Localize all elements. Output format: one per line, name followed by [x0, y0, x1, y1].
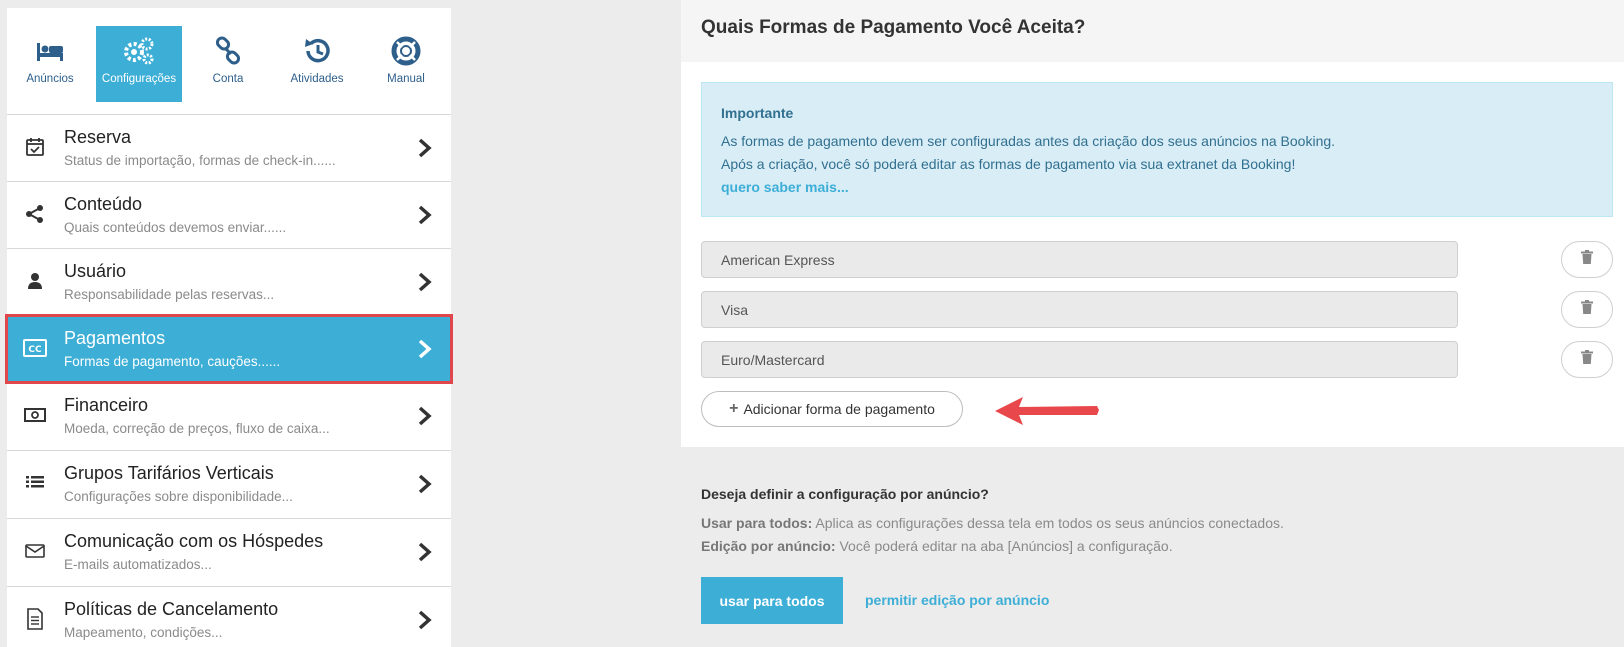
trash-icon	[1581, 350, 1593, 369]
config-desc-all: Usar para todos: Aplica as configurações…	[701, 515, 1284, 531]
payment-method-field[interactable]	[701, 291, 1458, 328]
add-payment-button[interactable]: + Adicionar forma de pagamento	[701, 391, 963, 427]
menu-item-subtitle: Moeda, correção de preços, fluxo de caix…	[64, 421, 330, 436]
top-nav: Anúncios Configurações Conta Atividades …	[7, 26, 451, 102]
chevron-right-icon	[417, 137, 433, 159]
nav-label: Configurações	[101, 73, 177, 85]
menu-item-subtitle: Formas de pagamento, cauções......	[64, 354, 281, 369]
list-icon	[23, 471, 47, 495]
bed-icon	[7, 35, 93, 69]
nav-label: Atividades	[290, 73, 344, 85]
menu-item-title: Políticas de Cancelamento	[64, 599, 279, 619]
menu-item-title: Usuário	[64, 261, 127, 281]
gears-icon	[96, 35, 182, 69]
allow-per-listing-link[interactable]: permitir edição por anúncio	[865, 592, 1049, 608]
payment-method-field[interactable]	[701, 241, 1458, 278]
menu-item-title: Pagamentos	[64, 328, 166, 348]
menu-item-financeiro[interactable]: Financeiro Moeda, correção de preços, fl…	[7, 383, 451, 449]
main-panel	[681, 0, 1624, 447]
arrow-annotation-icon	[995, 397, 1099, 425]
menu-item-conteudo[interactable]: Conteúdo Quais conteúdos devemos enviar.…	[7, 182, 451, 248]
share-icon	[23, 202, 47, 226]
trash-icon	[1581, 300, 1593, 319]
chevron-right-icon	[417, 405, 433, 427]
menu-item-comunicacao[interactable]: Comunicação com os Hóspedes E-mails auto…	[7, 519, 451, 585]
link-icon	[185, 35, 271, 69]
plus-icon: +	[729, 400, 739, 417]
config-per-text: Você poderá editar na aba [Anúncios] a c…	[835, 538, 1173, 554]
nav-label: Manual	[387, 73, 425, 85]
use-for-all-button[interactable]: usar para todos	[701, 577, 843, 624]
page-title: Quais Formas de Pagamento Você Aceita?	[701, 17, 1086, 38]
user-icon	[23, 269, 47, 293]
config-all-text: Aplica as configurações dessa tela em to…	[812, 515, 1284, 531]
menu-item-subtitle: Quais conteúdos devemos enviar......	[64, 220, 287, 235]
nav-manual[interactable]: Manual	[363, 26, 449, 102]
sidebar-top-strip	[7, 0, 451, 8]
menu-item-politicas-cancelamento[interactable]: Políticas de Cancelamento Mapeamento, co…	[7, 587, 451, 647]
alert-text: As formas de pagamento devem ser configu…	[721, 133, 1336, 149]
menu-item-subtitle: Responsabilidade pelas reservas...	[64, 287, 275, 302]
nav-label: Anúncios	[26, 73, 74, 85]
svg-text:CC: CC	[28, 345, 42, 355]
trash-icon	[1581, 250, 1593, 269]
config-per-label: Edição por anúncio:	[701, 538, 836, 554]
config-desc-per: Edição por anúncio: Você poderá editar n…	[701, 538, 1173, 554]
menu-item-subtitle: Status de importação, formas de check-in…	[64, 153, 336, 168]
money-icon	[23, 403, 47, 427]
document-icon	[23, 607, 47, 631]
nav-configuracoes[interactable]: Configurações	[96, 26, 182, 102]
alert-text: Após a criação, você só poderá editar as…	[721, 156, 1296, 172]
config-all-label: Usar para todos:	[701, 515, 813, 531]
delete-payment-button[interactable]	[1561, 341, 1613, 378]
chevron-right-icon	[417, 609, 433, 631]
menu-item-title: Grupos Tarifários Verticais	[64, 463, 274, 483]
envelope-icon	[23, 539, 47, 563]
menu-item-pagamentos[interactable]: CC Pagamentos Formas de pagamento, cauçõ…	[5, 314, 453, 384]
nav-label: Conta	[212, 73, 244, 85]
menu-item-usuario[interactable]: Usuário Responsabilidade pelas reservas.…	[7, 249, 451, 315]
menu-item-title: Comunicação com os Hóspedes	[64, 531, 324, 551]
chevron-right-icon	[417, 204, 433, 226]
credit-card-icon: CC	[23, 336, 47, 360]
add-payment-label: Adicionar forma de pagamento	[743, 401, 935, 417]
nav-conta[interactable]: Conta	[185, 26, 271, 102]
nav-anuncios[interactable]: Anúncios	[7, 26, 93, 102]
history-icon	[274, 35, 360, 69]
chevron-right-icon	[417, 473, 433, 495]
calendar-check-icon	[23, 135, 47, 159]
sidebar: Anúncios Configurações Conta Atividades …	[0, 0, 460, 647]
lifebuoy-icon	[363, 35, 449, 69]
menu-item-subtitle: Mapeamento, condições...	[64, 625, 223, 640]
alert-title: Importante	[721, 105, 794, 121]
payment-method-field[interactable]	[701, 341, 1458, 378]
chevron-right-icon	[417, 271, 433, 293]
config-question: Deseja definir a configuração por anúnci…	[701, 486, 989, 502]
menu-item-title: Conteúdo	[64, 194, 143, 214]
menu-item-subtitle: E-mails automatizados...	[64, 557, 212, 572]
nav-atividades[interactable]: Atividades	[274, 26, 360, 102]
delete-payment-button[interactable]	[1561, 241, 1613, 278]
menu-item-subtitle: Configurações sobre disponibilidade...	[64, 489, 293, 504]
chevron-right-icon	[417, 541, 433, 563]
chevron-right-icon	[417, 338, 433, 360]
menu-item-reserva[interactable]: Reserva Status de importação, formas de …	[7, 115, 451, 181]
menu-item-title: Financeiro	[64, 395, 149, 415]
important-alert: Importante As formas de pagamento devem …	[701, 82, 1613, 217]
delete-payment-button[interactable]	[1561, 291, 1613, 328]
learn-more-link[interactable]: quero saber mais...	[721, 179, 849, 195]
menu-item-grupos-tarifarios[interactable]: Grupos Tarifários Verticais Configuraçõe…	[7, 451, 451, 517]
menu-item-title: Reserva	[64, 127, 132, 147]
